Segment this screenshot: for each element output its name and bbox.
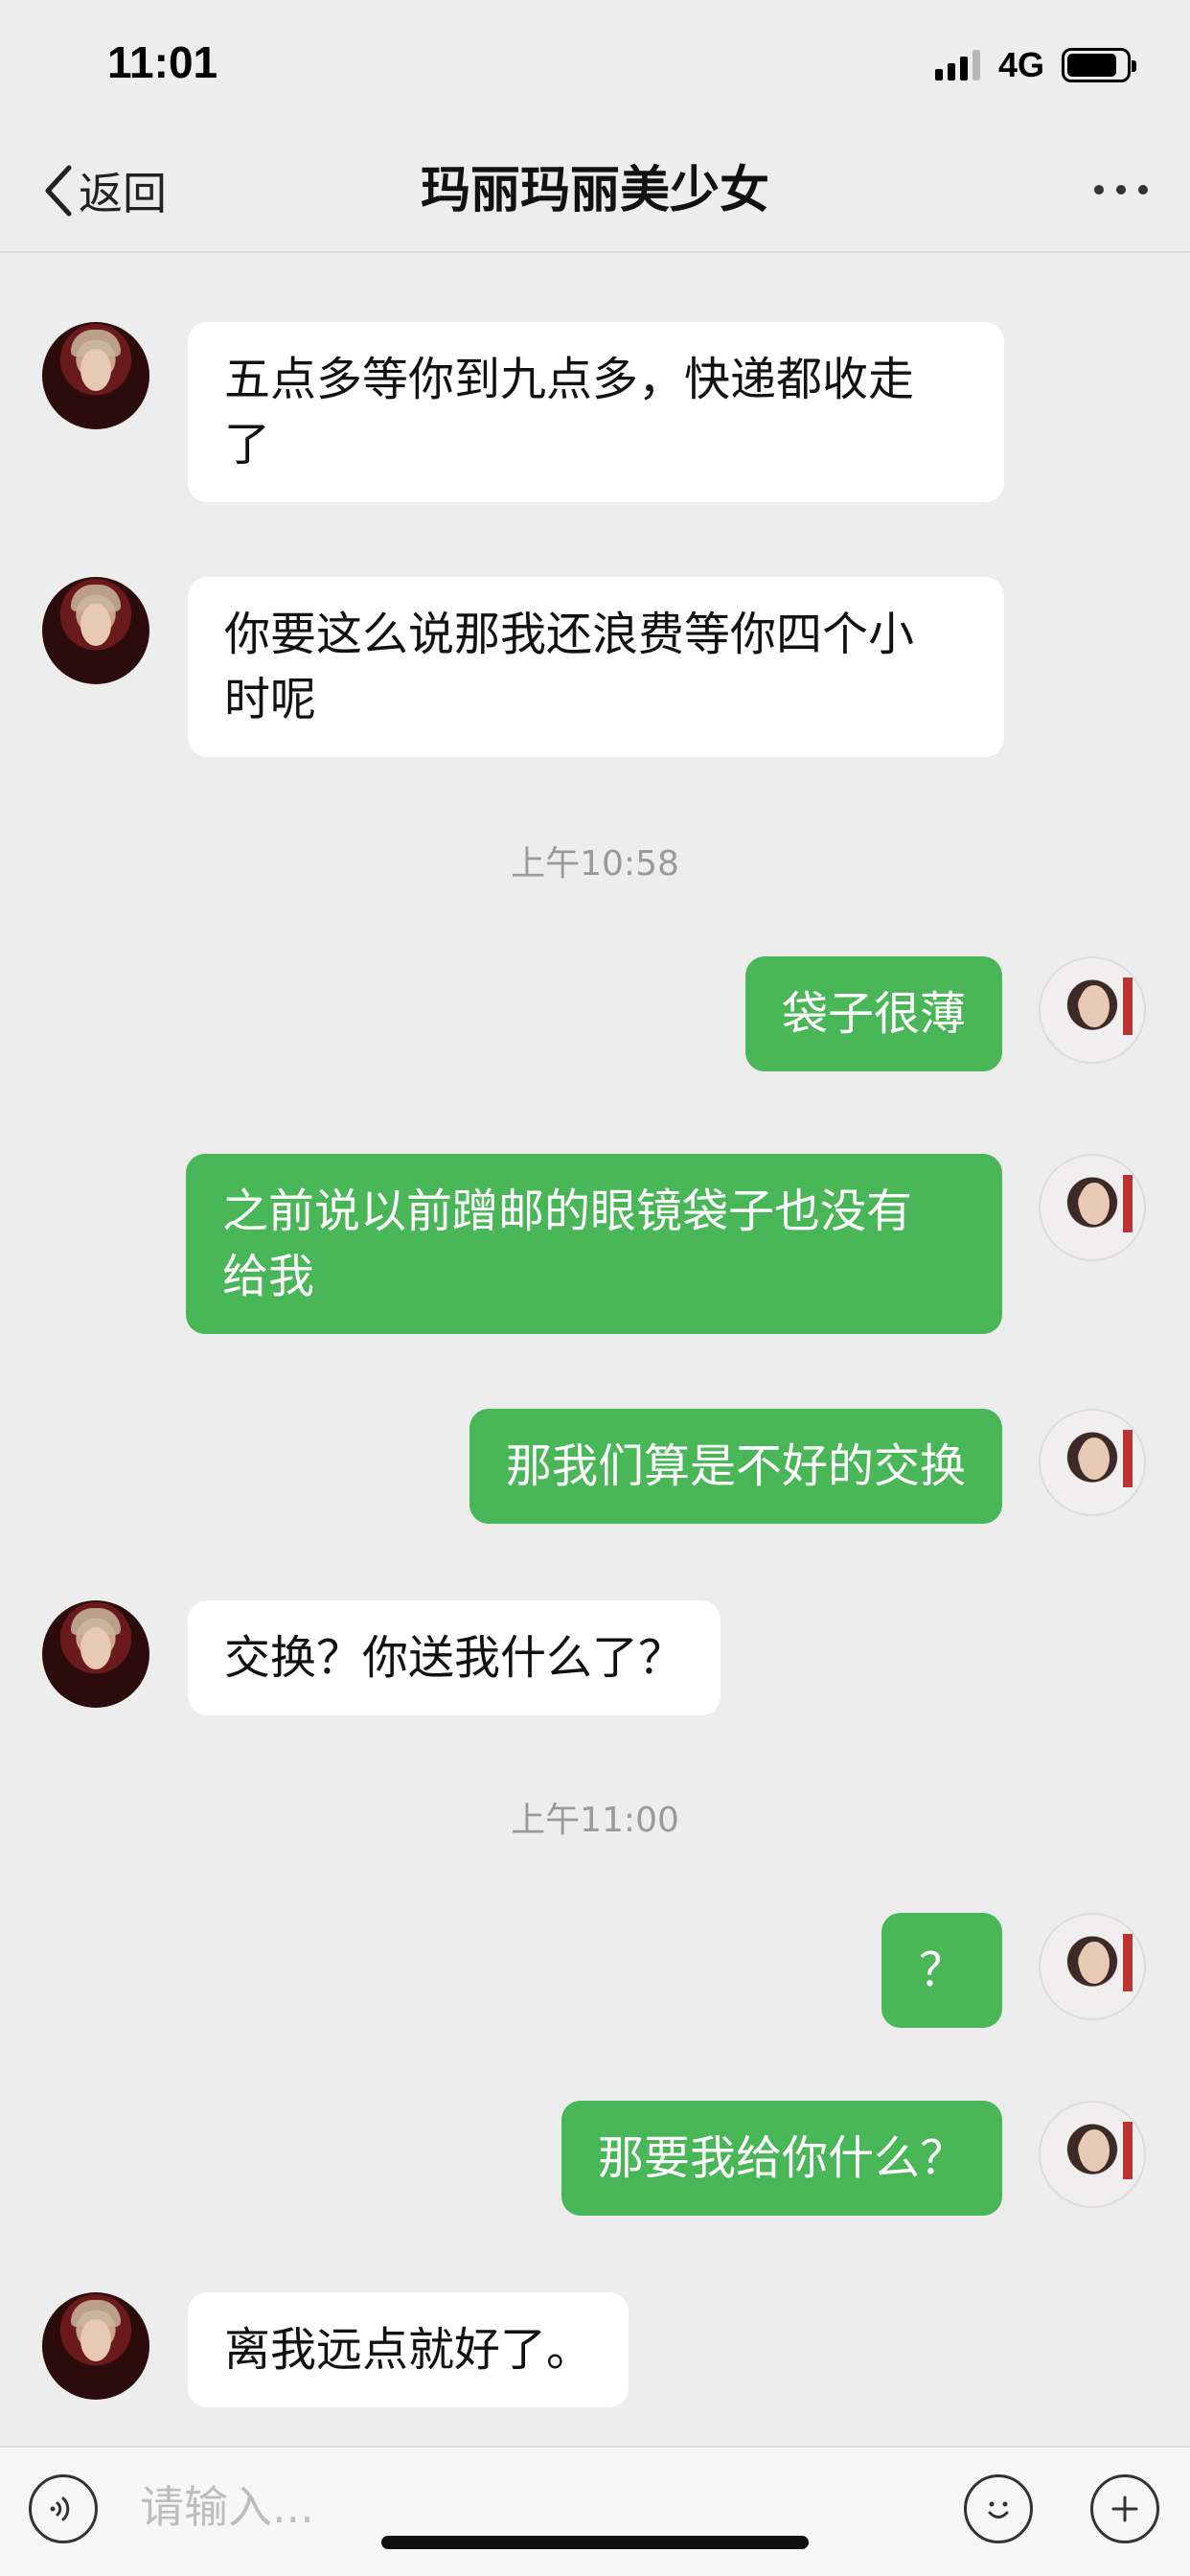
contact-avatar[interactable] xyxy=(42,2292,149,2400)
more-dot-icon xyxy=(1116,185,1126,195)
user-avatar[interactable] xyxy=(1039,956,1146,1064)
message-bubble[interactable]: 离我远点就好了。 xyxy=(188,2292,629,2407)
message-text: 那要我给你什么？ xyxy=(597,2131,966,2185)
message-text: 那我们算是不好的交换 xyxy=(505,1439,966,1493)
contact-avatar[interactable] xyxy=(42,1600,149,1708)
contact-avatar[interactable] xyxy=(42,322,149,429)
user-avatar[interactable] xyxy=(1039,1409,1146,1516)
user-avatar[interactable] xyxy=(1039,2101,1146,2208)
network-type: 4G xyxy=(997,45,1044,84)
more-actions-button[interactable] xyxy=(1090,2474,1159,2543)
more-options-button[interactable] xyxy=(1094,171,1148,209)
more-dot-icon xyxy=(1138,185,1148,195)
chat-messages[interactable]: 五点多等你到九点多，快递都收走 了 你要这么说那我还浪费等你四个小 时呢 上午1… xyxy=(0,255,1190,2444)
plus-icon xyxy=(1111,2496,1138,2522)
smiley-icon xyxy=(988,2501,1009,2518)
chat-title: 玛丽玛丽美少女 xyxy=(420,162,769,219)
battery-icon xyxy=(1062,48,1136,82)
message-bubble[interactable]: 那要我给你什么？ xyxy=(561,2101,1002,2216)
more-dot-icon xyxy=(1094,185,1104,195)
message-bubble[interactable]: 袋子很薄 xyxy=(744,956,1002,1071)
message-text: 袋子很薄 xyxy=(781,987,966,1041)
voice-icon xyxy=(50,2496,70,2521)
message-text: 五点多等你到九点多，快递都收走 了 xyxy=(224,353,915,472)
message-text: 离我远点就好了。 xyxy=(224,2323,593,2377)
message-bubble[interactable]: 之前说以前蹭邮的眼镜袋子也没有 给我 xyxy=(186,1154,1002,1334)
status-indicators: 4G xyxy=(934,44,1136,86)
emoji-button[interactable] xyxy=(964,2474,1033,2543)
message-text: 之前说以前蹭邮的眼镜袋子也没有 给我 xyxy=(222,1184,913,1303)
user-avatar[interactable] xyxy=(1039,1913,1146,2020)
input-bar xyxy=(0,2446,1190,2576)
message-bubble[interactable]: 五点多等你到九点多，快递都收走 了 xyxy=(188,322,1004,502)
nav-bar: 返回 玛丽玛丽美少女 xyxy=(0,128,1190,253)
home-indicator xyxy=(381,2536,809,2549)
contact-avatar[interactable] xyxy=(42,577,149,684)
message-text: 你要这么说那我还浪费等你四个小 时呢 xyxy=(224,608,915,726)
message-bubble[interactable]: 你要这么说那我还浪费等你四个小 时呢 xyxy=(188,577,1004,757)
message-text: 交换？你送我什么了？ xyxy=(224,1631,685,1685)
user-avatar[interactable] xyxy=(1039,1154,1146,1261)
message-bubble[interactable]: 那我们算是不好的交换 xyxy=(469,1409,1002,1524)
timestamp: 上午10:58 xyxy=(511,844,679,884)
voice-button[interactable] xyxy=(29,2474,98,2543)
status-time: 11:01 xyxy=(107,37,218,87)
message-bubble[interactable]: ？ xyxy=(881,1913,1002,2028)
timestamp: 上午11:00 xyxy=(511,1801,679,1840)
status-bar: 11:01 4G xyxy=(0,0,1190,128)
message-bubble[interactable]: 交换？你送我什么了？ xyxy=(188,1600,721,1715)
signal-icon xyxy=(934,50,985,80)
message-text: ？ xyxy=(918,1944,965,1997)
